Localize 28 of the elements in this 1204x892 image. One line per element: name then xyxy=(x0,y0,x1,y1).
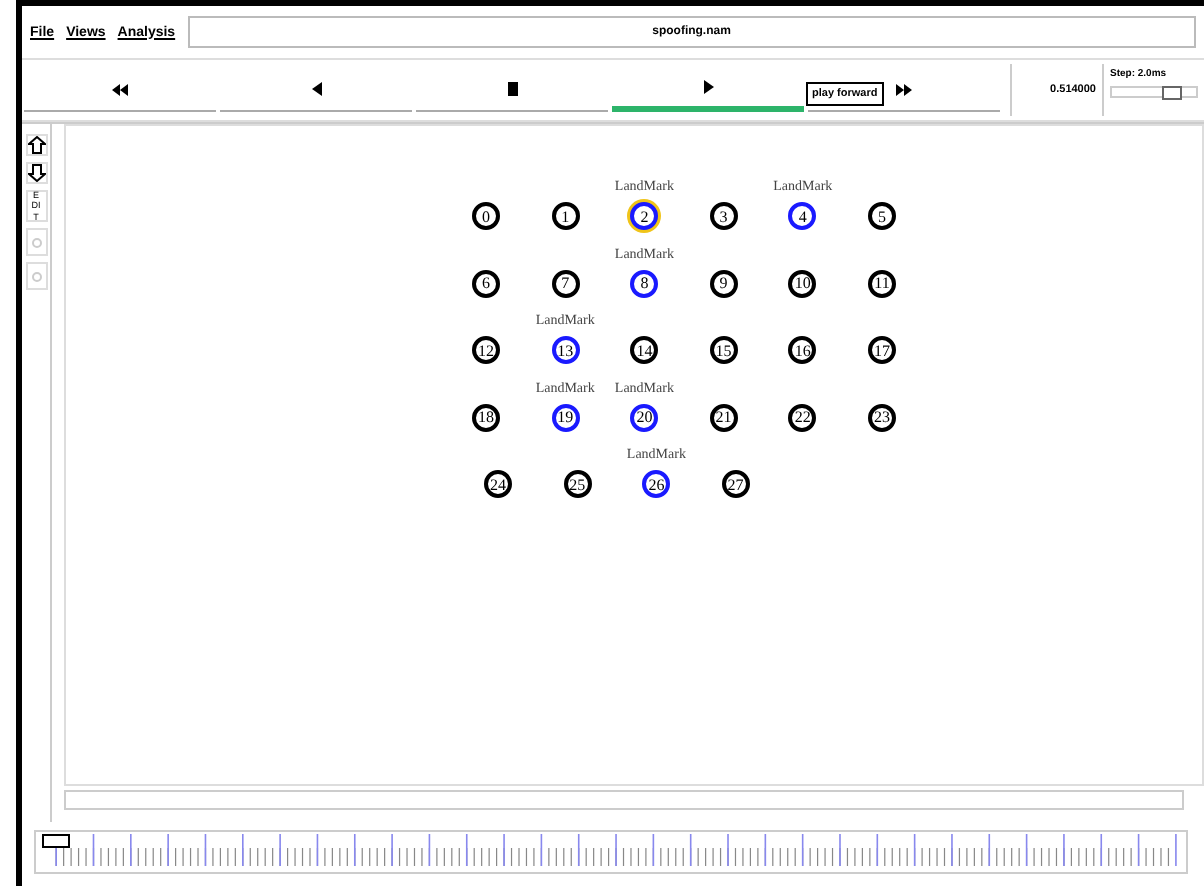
network-node[interactable]: 18 xyxy=(472,403,500,431)
network-node[interactable]: 15 xyxy=(709,336,738,364)
network-node[interactable]: 1 xyxy=(551,202,580,230)
network-node[interactable]: 2 xyxy=(630,202,659,230)
network-node[interactable]: 19 xyxy=(551,403,580,431)
network-node[interactable]: 7 xyxy=(551,269,580,297)
network-node[interactable]: 20 xyxy=(630,403,659,431)
network-node[interactable]: 13 xyxy=(551,336,580,364)
network-node[interactable]: 0 xyxy=(472,202,500,230)
network-node[interactable]: 27 xyxy=(721,470,750,498)
network-node[interactable]: 11 xyxy=(868,269,896,297)
network-node[interactable]: 14 xyxy=(630,336,659,364)
network-node[interactable]: 4 xyxy=(788,202,817,230)
network-node[interactable]: 22 xyxy=(788,403,817,431)
network-node[interactable]: 5 xyxy=(868,202,896,230)
network-node[interactable]: 6 xyxy=(472,269,500,297)
network-node[interactable]: 9 xyxy=(709,269,738,297)
network-node[interactable]: 8 xyxy=(630,269,659,297)
network-node[interactable]: 26 xyxy=(642,470,671,498)
network-node[interactable]: 12 xyxy=(472,336,500,364)
network-node[interactable]: 25 xyxy=(563,470,592,498)
network-node[interactable]: 24 xyxy=(484,470,512,498)
network-node[interactable]: 23 xyxy=(868,403,896,431)
network-node[interactable]: 10 xyxy=(788,269,817,297)
network-node[interactable]: 21 xyxy=(709,403,738,431)
network-node[interactable]: 17 xyxy=(868,336,896,364)
network-node[interactable]: 3 xyxy=(709,202,738,230)
network-node[interactable]: 16 xyxy=(788,336,817,364)
